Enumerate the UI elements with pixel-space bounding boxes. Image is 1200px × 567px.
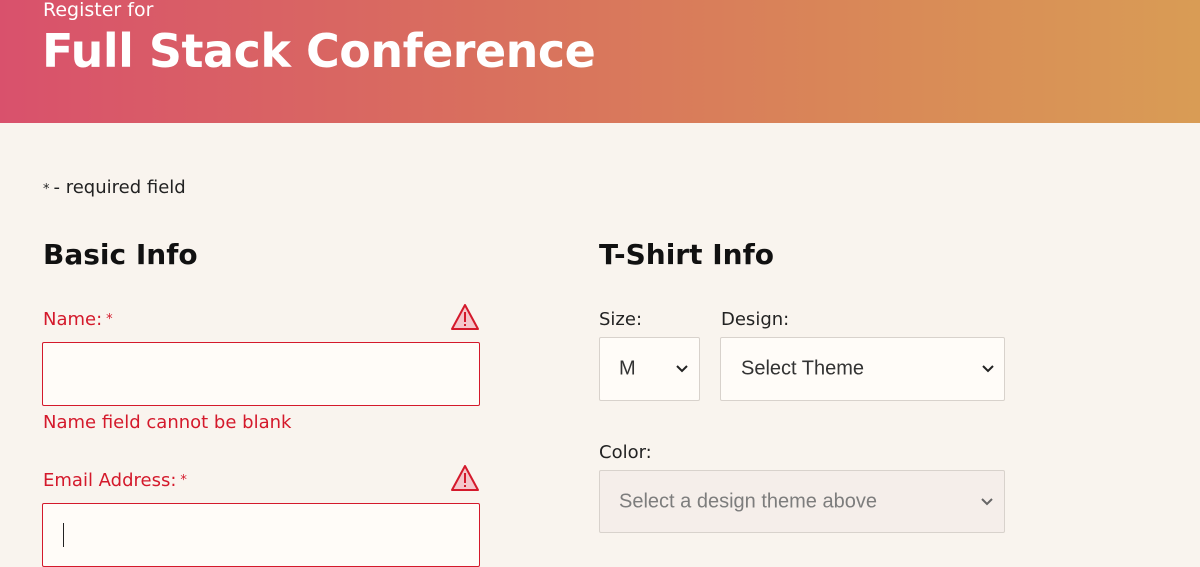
- size-select[interactable]: M: [599, 337, 700, 401]
- chevron-down-icon: [981, 497, 993, 505]
- name-required-star: *: [106, 312, 113, 327]
- page-header: Register for Full Stack Conference: [0, 0, 1200, 123]
- name-warning-icon: [451, 304, 479, 330]
- design-select-value: Select Theme: [741, 357, 865, 380]
- name-label-text: Name:: [43, 309, 103, 330]
- email-label: Email Address: *: [43, 470, 187, 492]
- size-label: Size:: [599, 309, 643, 330]
- header-kicker: Register for: [43, 0, 154, 21]
- design-select[interactable]: Select Theme: [720, 337, 1005, 401]
- name-field[interactable]: [42, 342, 480, 406]
- chevron-down-icon: [676, 365, 688, 373]
- text-cursor: [63, 523, 64, 547]
- required-star: *: [43, 182, 50, 197]
- chevron-down-icon: [982, 365, 994, 373]
- required-field-note: * - required field: [43, 177, 186, 201]
- email-warning-icon: [451, 465, 479, 491]
- name-error-message: Name field cannot be blank: [43, 412, 292, 433]
- email-label-text: Email Address:: [43, 470, 177, 491]
- design-label: Design:: [721, 309, 790, 330]
- color-select-value: Select a design theme above: [619, 490, 877, 512]
- email-field[interactable]: [42, 503, 480, 567]
- required-note-text: - required field: [53, 177, 186, 198]
- tshirt-info-heading: T-Shirt Info: [599, 238, 775, 271]
- email-required-star: *: [180, 473, 187, 488]
- size-select-value: M: [619, 357, 636, 380]
- color-label: Color:: [599, 442, 652, 463]
- name-label: Name: *: [43, 309, 113, 331]
- page-title: Full Stack Conference: [42, 24, 596, 78]
- color-select[interactable]: Select a design theme above: [599, 470, 1005, 533]
- basic-info-heading: Basic Info: [43, 238, 198, 271]
